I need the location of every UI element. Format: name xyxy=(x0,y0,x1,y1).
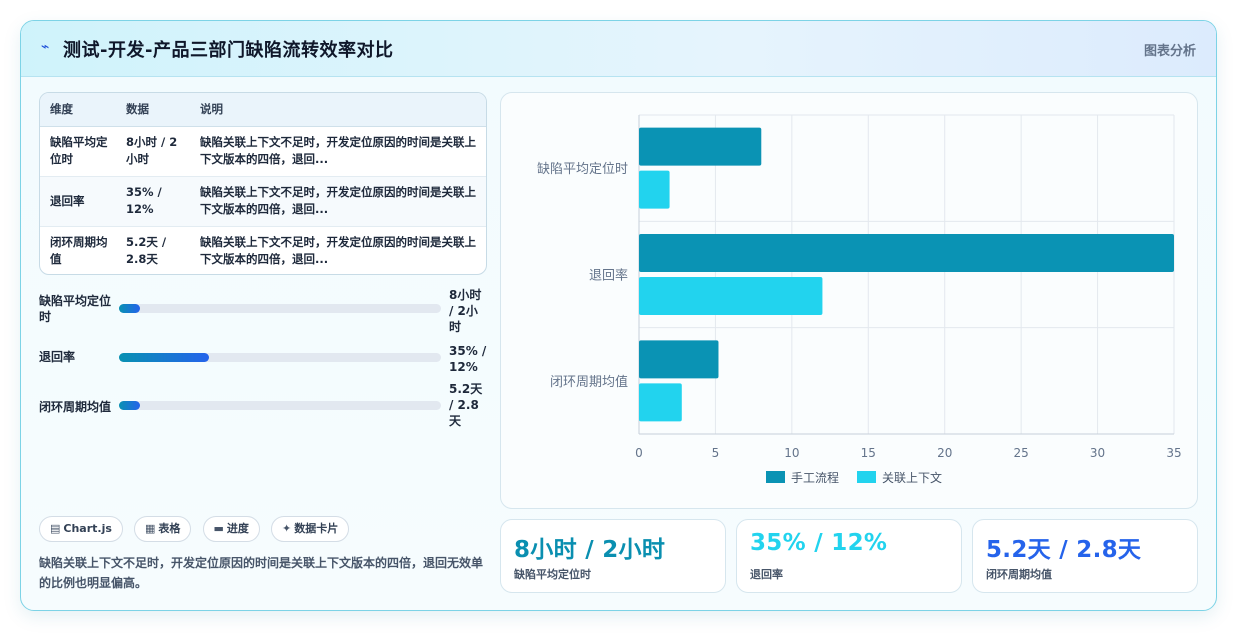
x-tick-label: 30 xyxy=(1090,446,1105,460)
stat-card: 35% / 12% 退回率 xyxy=(736,519,962,593)
progress-label: 闭环周期均值 xyxy=(39,400,112,414)
stat-card: 8小时 / 2小时 缺陷平均定位时 xyxy=(500,519,726,593)
page-title: 测试-开发-产品三部门缺陷流转效率对比 xyxy=(63,40,394,61)
x-tick-label: 20 xyxy=(937,446,952,460)
chip-progress[interactable]: ▬ 进度 xyxy=(202,516,260,542)
progress-track xyxy=(119,304,441,313)
progress-fill xyxy=(119,401,140,410)
stat-value: 8小时 / 2小时 xyxy=(514,537,666,563)
stat-value: 5.2天 / 2.8天 xyxy=(986,537,1142,563)
chart-icon: ▤ xyxy=(50,522,61,535)
table-row: 闭环周期均值 5.2天 / 2.8天 缺陷关联上下文不足时，开发定位原因的时间是… xyxy=(40,226,486,274)
chip-data-card[interactable]: ✦ 数据卡片 xyxy=(271,516,350,542)
bar-manual xyxy=(639,127,762,166)
progress-fill xyxy=(119,304,140,313)
bar-context xyxy=(639,277,823,315)
bar-manual xyxy=(639,340,719,379)
bar-context xyxy=(639,383,682,422)
progress-row: 缺陷平均定位时 8小时 / 2小时 xyxy=(39,287,487,335)
x-tick-label: 35 xyxy=(1166,446,1181,460)
data-table: 维度 数据 说明 缺陷平均定位时 8小时 / 2小时 缺陷关联上下文不足时，开发… xyxy=(39,92,487,275)
legend-label: 手工流程 xyxy=(791,470,839,485)
progress-value: 8小时 / 2小时 xyxy=(449,288,482,334)
bar-context xyxy=(639,170,670,209)
y-tick-label: 闭环周期均值 xyxy=(550,374,628,390)
progress-track xyxy=(119,353,441,362)
progress-label: 缺陷平均定位时 xyxy=(39,294,112,324)
table-row: 缺陷平均定位时 8小时 / 2小时 缺陷关联上下文不足时，开发定位原因的时间是关… xyxy=(40,126,486,177)
summary-text: 缺陷关联上下文不足时，开发定位原因的时间是关联上下文版本的四倍，退回无效单的比例… xyxy=(39,556,484,590)
x-tick-label: 0 xyxy=(635,446,643,460)
bar-chart: 0 5 10 15 20 25 30 35 缺陷平均定位时退回率闭环周期均值手工流程 关联上下文 xyxy=(537,114,1182,485)
y-tick-label: 缺陷平均定位时 xyxy=(537,162,628,177)
progress-icon: ▬ xyxy=(213,522,224,535)
x-tick-label: 15 xyxy=(861,446,876,460)
chip-chartjs[interactable]: ▤ Chart.js xyxy=(39,516,123,542)
table-cell-dimension: 闭环周期均值 xyxy=(50,235,108,267)
stat-card: 5.2天 / 2.8天 闭环周期均值 xyxy=(972,519,1198,593)
card-header: ⌁ 测试-开发-产品三部门缺陷流转效率对比 图表分析 xyxy=(21,21,1216,77)
y-tick-label: 退回率 xyxy=(589,268,628,284)
legend-label: 关联上下文 xyxy=(882,470,942,485)
table-cell-note: 缺陷关联上下文不足时，开发定位原因的时间是关联上下文版本的四倍，退回... xyxy=(190,176,486,227)
sparkle-icon: ✦ xyxy=(282,522,292,535)
chart-line-icon: ⌁ xyxy=(41,39,50,55)
chip-label: 进度 xyxy=(226,522,249,535)
progress-label: 退回率 xyxy=(39,350,76,364)
table-header-dimension: 维度 xyxy=(40,93,116,127)
chart-card: ⌁ 测试-开发-产品三部门缺陷流转效率对比 图表分析 维度 数据 说明 缺陷平均… xyxy=(20,20,1217,611)
x-tick-label: 25 xyxy=(1014,446,1029,460)
legend-swatch xyxy=(857,471,876,483)
x-tick-label: 10 xyxy=(784,446,799,460)
progress-track xyxy=(119,401,441,410)
chart-panel: 0 5 10 15 20 25 30 35 缺陷平均定位时退回率闭环周期均值手工流程 关联上下文 xyxy=(500,92,1198,509)
stat-label: 退回率 xyxy=(750,568,783,581)
table-cell-note: 缺陷关联上下文不足时，开发定位原因的时间是关联上下文版本的四倍，退回... xyxy=(190,126,486,177)
table-cell-data: 5.2天 / 2.8天 xyxy=(126,235,167,267)
progress-value: 5.2天 / 2.8天 xyxy=(449,382,483,428)
progress-row: 闭环周期均值 5.2天 / 2.8天 xyxy=(39,381,487,429)
chip-label: 数据卡片 xyxy=(294,522,339,535)
table-cell-data: 35% / 12% xyxy=(116,176,190,227)
x-tick-label: 5 xyxy=(712,446,720,460)
progress-value: 35% / 12% xyxy=(449,344,487,374)
table-cell-dimension: 缺陷平均定位时 xyxy=(40,126,116,177)
table-cell-dimension: 退回率 xyxy=(40,176,116,227)
feature-chips: ▤ Chart.js ▦ 表格 ▬ 进度 ✦ 数据卡片 xyxy=(39,516,355,542)
chip-table[interactable]: ▦ 表格 xyxy=(134,516,192,542)
table-icon: ▦ xyxy=(145,522,156,535)
table-header-row: 维度 数据 说明 xyxy=(40,93,486,127)
table-cell-note: 缺陷关联上下文不足时，开发定位原因的时间是关联上下文版本的四倍，退回... xyxy=(200,235,476,267)
progress-fill xyxy=(119,353,210,362)
header-tag: 图表分析 xyxy=(1143,44,1196,59)
table-header-note: 说明 xyxy=(190,93,486,127)
stat-value: 35% / 12% xyxy=(750,530,888,556)
stat-label: 缺陷平均定位时 xyxy=(514,568,591,581)
table-cell-data: 8小时 / 2小时 xyxy=(116,126,190,177)
table-row: 退回率 35% / 12% 缺陷关联上下文不足时，开发定位原因的时间是关联上下文… xyxy=(40,176,486,227)
chip-label: Chart.js xyxy=(63,522,112,535)
table-header-data: 数据 xyxy=(116,93,190,127)
stat-label: 闭环周期均值 xyxy=(986,568,1052,581)
chip-label: 表格 xyxy=(158,522,181,535)
bar-manual xyxy=(639,234,1174,272)
legend-swatch xyxy=(766,471,785,483)
